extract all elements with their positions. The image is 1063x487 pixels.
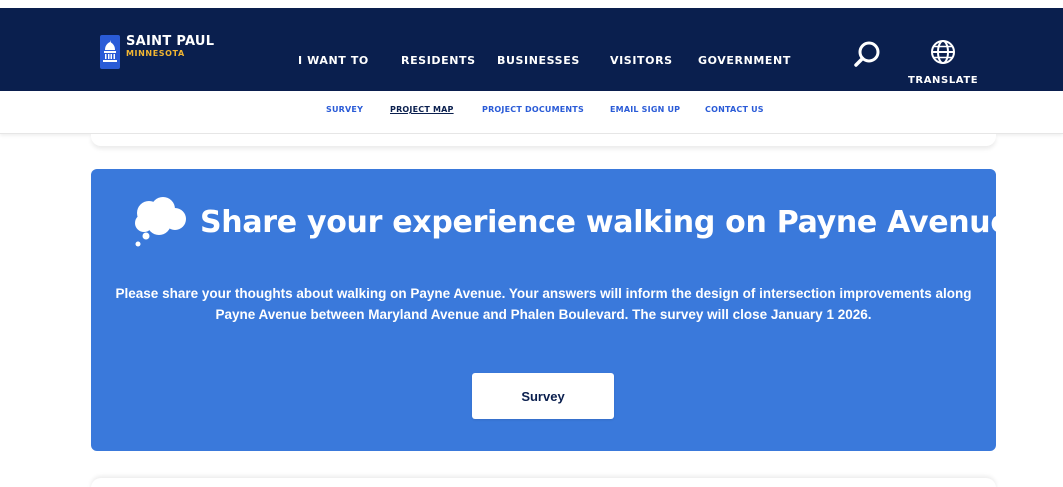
page: SAINT PAUL MINNESOTA I WANT TO RESIDENTS…	[0, 0, 1063, 487]
nav-government[interactable]: GOVERNMENT	[698, 54, 791, 67]
subnav-survey[interactable]: SURVEY	[326, 105, 363, 114]
nav-businesses[interactable]: BUSINESSES	[497, 54, 580, 67]
nav-residents[interactable]: RESIDENTS	[401, 54, 476, 67]
saint-paul-logo[interactable]: SAINT PAUL MINNESOTA	[100, 35, 214, 69]
banner-title: Share your experience walking on Payne A…	[200, 205, 1011, 240]
subnav-email-sign-up[interactable]: EMAIL SIGN UP	[610, 105, 680, 114]
logo-city: SAINT PAUL	[126, 34, 215, 49]
nav-i-want-to[interactable]: I WANT TO	[298, 54, 369, 67]
logo-state: MINNESOTA	[126, 49, 185, 58]
globe-icon[interactable]	[930, 39, 956, 65]
previous-card-edge	[91, 134, 996, 146]
next-card-edge	[91, 478, 996, 487]
site-header: SAINT PAUL MINNESOTA I WANT TO RESIDENTS…	[0, 8, 1063, 91]
subnav-project-map[interactable]: PROJECT MAP	[390, 105, 454, 114]
subnav-project-documents[interactable]: PROJECT DOCUMENTS	[482, 105, 584, 114]
top-strip	[0, 0, 1063, 8]
project-subnav: SURVEY PROJECT MAP PROJECT DOCUMENTS EMA…	[0, 91, 1063, 134]
survey-button[interactable]: Survey	[472, 373, 614, 419]
logo-text: SAINT PAUL MINNESOTA	[126, 35, 214, 58]
subnav-contact-us[interactable]: CONTACT US	[705, 105, 764, 114]
nav-visitors[interactable]: VISITORS	[610, 54, 673, 67]
translate-button[interactable]: TRANSLATE	[908, 75, 978, 86]
thought-cloud-icon	[135, 197, 186, 247]
search-icon[interactable]	[853, 40, 883, 70]
capitol-icon	[100, 35, 120, 69]
banner-description: Please share your thoughts about walking…	[115, 286, 972, 322]
